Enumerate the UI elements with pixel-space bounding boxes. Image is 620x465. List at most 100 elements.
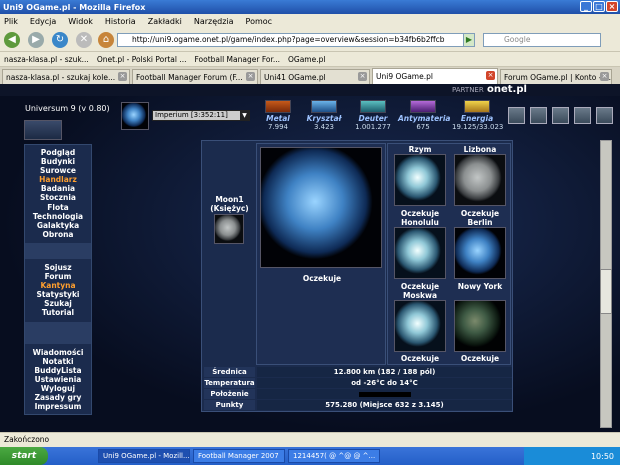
navigation-toolbar: ◀ ▶ ↻ ✕ ⌂ http://uni9.ogame.onet.pl/game… bbox=[0, 28, 620, 52]
menu-sojusz[interactable]: Sojusz bbox=[25, 263, 91, 272]
status-bar: Zakończono bbox=[0, 432, 620, 447]
planet-select[interactable]: Imperium [3:352:11] ▼ bbox=[152, 110, 250, 121]
colony-name: Lizbona bbox=[463, 145, 497, 154]
menu-notatki[interactable]: Notatki bbox=[25, 357, 91, 366]
info-row-position: Położenie bbox=[204, 389, 512, 399]
menu-flota[interactable]: Flota bbox=[25, 203, 91, 212]
bookmark-item[interactable]: Onet.pl - Polski Portal ... bbox=[97, 55, 187, 64]
menu-galaktyka[interactable]: Galaktyka bbox=[25, 221, 91, 230]
scrollbar-thumb[interactable] bbox=[600, 269, 612, 314]
moon-name: Moon1 bbox=[215, 195, 244, 204]
menu-wyloguj[interactable]: Wyloguj bbox=[25, 384, 91, 393]
moon-type: (Księżyc) bbox=[210, 204, 249, 213]
menu-wiadomosci[interactable]: Wiadomości bbox=[25, 348, 91, 357]
menu-help[interactable]: Pomoc bbox=[246, 17, 273, 26]
colony-planet-image[interactable] bbox=[394, 154, 446, 206]
menu-technologia[interactable]: Technologia bbox=[25, 212, 91, 221]
tab-close-icon[interactable]: × bbox=[486, 71, 495, 80]
taskbar-item-fm2007[interactable]: Football Manager 2007 bbox=[193, 449, 285, 463]
deuterium-icon bbox=[360, 100, 386, 113]
antimatter-icon bbox=[410, 100, 436, 113]
close-button[interactable]: × bbox=[606, 1, 618, 12]
menu-podglad[interactable]: Podgląd bbox=[25, 148, 91, 157]
tab-forum-ogame[interactable]: Forum OGame.pl | Konto - ... × bbox=[500, 69, 612, 84]
colony-name: Berlin bbox=[467, 218, 493, 227]
tab-uni9[interactable]: Uni9 OGame.pl × bbox=[372, 68, 498, 84]
taskbar-item-firefox[interactable]: Uni9 OGame.pl - Mozill... bbox=[98, 449, 190, 463]
menu-forum[interactable]: Forum bbox=[25, 272, 91, 281]
colony-planet-image[interactable] bbox=[454, 154, 506, 206]
colony-planet-image[interactable] bbox=[394, 227, 446, 279]
forward-arrow-icon[interactable]: ▶ bbox=[28, 32, 44, 48]
search-input[interactable]: Google bbox=[483, 33, 601, 47]
menu-stocznia[interactable]: Stocznia bbox=[25, 193, 91, 202]
menu-ustawienia[interactable]: Ustawienia bbox=[25, 375, 91, 384]
current-planet-thumb[interactable] bbox=[121, 102, 149, 130]
go-button[interactable]: ▶ bbox=[463, 33, 475, 47]
url-input[interactable]: http://uni9.ogame.onet.pl/game/index.php… bbox=[117, 33, 475, 47]
menu-obrona[interactable]: Obrona bbox=[25, 230, 91, 239]
colonies-grid: Rzym Lizbona Oczekuje Oczekuje Honolulu … bbox=[387, 143, 511, 365]
window-titlebar: Uni9 OGame.pl - Mozilla Firefox _ □ × bbox=[0, 0, 620, 14]
redacted-position bbox=[358, 391, 411, 397]
tab-nasza-klasa[interactable]: nasza-klasa.pl - szukaj kole... × bbox=[2, 69, 130, 84]
tab-close-icon[interactable]: × bbox=[118, 72, 127, 81]
back-arrow-icon[interactable]: ◀ bbox=[4, 32, 20, 48]
menu-bookmarks[interactable]: Zakładki bbox=[148, 17, 182, 26]
main-planet-cell: Oczekuje bbox=[256, 143, 386, 365]
tab-close-icon[interactable]: × bbox=[246, 72, 255, 81]
onet-logo[interactable]: onet.pl bbox=[487, 84, 527, 95]
main-planet-image[interactable] bbox=[260, 147, 382, 268]
menu-edit[interactable]: Edycja bbox=[30, 17, 56, 26]
menu-bar: Plik Edycja Widok Historia Zakładki Narz… bbox=[0, 14, 620, 28]
bookmark-item[interactable]: nasza-klasa.pl - szuk... bbox=[4, 55, 89, 64]
menu-handlarz[interactable]: Handlarz bbox=[25, 175, 91, 184]
moon-image[interactable] bbox=[214, 214, 244, 244]
system-tray: 10:50 bbox=[524, 447, 620, 465]
taskbar-item-chat[interactable]: 1214457( @ ^@ @ ^... bbox=[288, 449, 380, 463]
bookmark-item[interactable]: Football Manager For... bbox=[194, 55, 280, 64]
menu-szukaj[interactable]: Szukaj bbox=[25, 299, 91, 308]
tab-football-manager[interactable]: Football Manager Forum (F... × bbox=[132, 69, 258, 84]
menu-impressum[interactable]: Impressum bbox=[25, 402, 91, 411]
menu-view[interactable]: Widok bbox=[68, 17, 93, 26]
tab-uni41[interactable]: Uni41 OGame.pl × bbox=[260, 69, 370, 84]
maximize-button[interactable]: □ bbox=[593, 1, 605, 12]
technocrat-icon[interactable] bbox=[596, 107, 613, 124]
universe-label: Universum 9 (v 0.80) bbox=[25, 104, 110, 113]
menu-file[interactable]: Plik bbox=[4, 17, 18, 26]
tab-close-icon[interactable]: × bbox=[358, 72, 367, 81]
colony-planet-image[interactable] bbox=[454, 227, 506, 279]
colony-name: Moskwa bbox=[402, 291, 438, 300]
info-row-points: Punkty 575.280 (Miejsce 632 z 3.145) bbox=[204, 400, 512, 410]
tab-close-icon[interactable]: × bbox=[600, 72, 609, 81]
colony-planet-image[interactable] bbox=[394, 300, 446, 352]
minimize-button[interactable]: _ bbox=[580, 1, 592, 12]
menu-kantyna[interactable]: Kantyna bbox=[25, 281, 91, 290]
colony-status: Oczekuje bbox=[400, 354, 440, 363]
colony-status: Oczekuje bbox=[460, 209, 500, 218]
stop-icon[interactable]: ✕ bbox=[76, 32, 92, 48]
menu-tutorial[interactable]: Tutorial bbox=[25, 308, 91, 317]
engineer-icon[interactable] bbox=[552, 107, 569, 124]
menu-budynki[interactable]: Budynki bbox=[25, 157, 91, 166]
resource-energy: Energia 19.125/33.023 bbox=[452, 100, 503, 131]
main-planet-status: Oczekuje bbox=[302, 274, 342, 283]
menu-history[interactable]: Historia bbox=[105, 17, 136, 26]
menu-tools[interactable]: Narzędzia bbox=[194, 17, 234, 26]
info-row-temperature: Temperatura od -26°C do 14°C bbox=[204, 378, 512, 388]
tab-bar: nasza-klasa.pl - szukaj kole... × Footbal… bbox=[0, 67, 620, 84]
admiral-icon[interactable] bbox=[530, 107, 547, 124]
colony-planet-image[interactable] bbox=[454, 300, 506, 352]
start-button[interactable]: start bbox=[0, 447, 48, 465]
bookmark-item[interactable]: OGame.pl bbox=[288, 55, 325, 64]
home-icon[interactable]: ⌂ bbox=[98, 32, 114, 48]
menu-statystyki[interactable]: Statystyki bbox=[25, 290, 91, 299]
menu-zasady-gry[interactable]: Zasady gry bbox=[25, 393, 91, 402]
menu-surowce[interactable]: Surowce bbox=[25, 166, 91, 175]
menu-badania[interactable]: Badania bbox=[25, 184, 91, 193]
menu-buddylista[interactable]: BuddyLista bbox=[25, 366, 91, 375]
reload-icon[interactable]: ↻ bbox=[52, 32, 68, 48]
commander-icon[interactable] bbox=[508, 107, 525, 124]
geologist-icon[interactable] bbox=[574, 107, 591, 124]
